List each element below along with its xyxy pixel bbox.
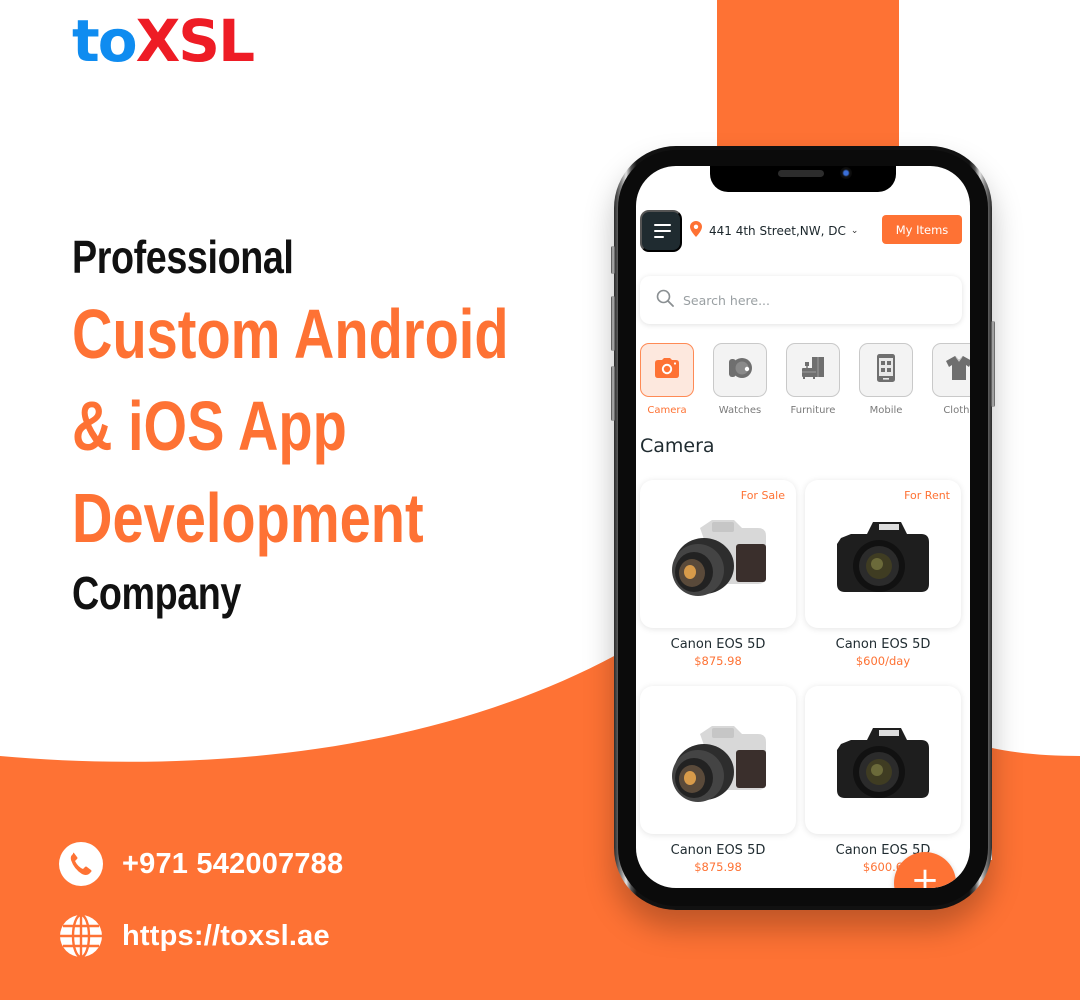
location-selector[interactable]: 441 4th Street,NW, DC ⌄ xyxy=(690,221,858,240)
furniture-icon xyxy=(800,355,826,386)
contact-website[interactable]: https://toxsl.ae xyxy=(58,913,330,959)
map-pin-icon xyxy=(690,221,702,240)
category-label: Mobile xyxy=(869,405,903,416)
product-name: Canon EOS 5D xyxy=(835,637,931,652)
mobile-icon xyxy=(877,353,895,387)
phone-mute-switch xyxy=(611,246,615,274)
product-card[interactable]: For Rent Canon EOS 5D $600/day xyxy=(805,480,961,668)
product-name: Canon EOS 5D xyxy=(670,843,766,858)
product-card[interactable]: Canon EOS 5D $600.6 xyxy=(805,686,961,874)
category-label: Watches xyxy=(718,405,762,416)
product-card[interactable]: For Sale Canon EOS 5D $875.98 xyxy=(640,480,796,668)
headline-line-development: Development xyxy=(72,479,424,557)
product-card[interactable]: Canon EOS 5D $875.98 xyxy=(640,686,796,874)
category-icon-box xyxy=(859,343,913,397)
category-camera[interactable]: Camera xyxy=(636,343,699,416)
phone-mockup: 441 4th Street,NW, DC ⌄ My Items Camera xyxy=(611,146,995,910)
category-icon-box xyxy=(713,343,767,397)
product-card-body xyxy=(805,686,961,834)
shirt-icon xyxy=(946,355,970,385)
headline: Professional Custom Android & iOS App De… xyxy=(72,228,618,622)
silver-camera-image xyxy=(672,520,766,596)
category-label: Cloths xyxy=(943,405,970,416)
app-header: 441 4th Street,NW, DC ⌄ My Items xyxy=(640,210,966,252)
product-price: $875.98 xyxy=(694,654,742,668)
watch-icon xyxy=(727,355,753,386)
headline-line-custom-android: Custom Android xyxy=(72,295,509,373)
phone-icon xyxy=(58,841,104,887)
category-mobile[interactable]: Mobile xyxy=(854,343,918,416)
camera-icon xyxy=(655,357,679,383)
contact-phone[interactable]: +971 542007788 xyxy=(58,841,343,887)
front-camera xyxy=(840,167,852,179)
headline-line-professional: Professional xyxy=(72,231,294,283)
my-items-button[interactable]: My Items xyxy=(882,215,962,244)
chevron-down-icon: ⌄ xyxy=(850,225,859,236)
search-bar[interactable] xyxy=(640,276,962,324)
menu-icon-line xyxy=(654,230,671,232)
speaker-grille xyxy=(778,170,824,177)
category-icon-box xyxy=(786,343,840,397)
search-input[interactable] xyxy=(683,292,923,308)
phone-volume-up xyxy=(611,296,615,351)
section-title: Camera xyxy=(640,435,715,457)
category-label: Camera xyxy=(647,405,687,416)
menu-icon-line xyxy=(654,224,671,226)
phone-notch xyxy=(710,166,896,192)
black-dslr-camera-image xyxy=(837,522,929,592)
menu-button[interactable] xyxy=(640,210,682,252)
category-icon-box xyxy=(932,343,970,397)
silver-camera-image xyxy=(672,726,766,802)
logo-text-xsl: XSL xyxy=(135,7,255,75)
headline-line-company: Company xyxy=(72,567,241,619)
category-furniture[interactable]: Furniture xyxy=(781,343,845,416)
website-link[interactable]: https://toxsl.ae xyxy=(122,920,330,953)
product-price: $600/day xyxy=(855,654,911,668)
phone-volume-down xyxy=(611,366,615,421)
category-icon-box xyxy=(640,343,694,397)
app-screen: 441 4th Street,NW, DC ⌄ My Items Camera xyxy=(636,166,970,888)
category-cloths[interactable]: Cloths xyxy=(927,343,970,416)
search-icon xyxy=(656,289,674,312)
product-price: $875.98 xyxy=(694,860,742,874)
logo-text-to: to xyxy=(72,7,138,75)
menu-icon-line xyxy=(654,236,664,238)
toxsl-logo[interactable]: toXSL xyxy=(72,12,255,70)
product-name: Canon EOS 5D xyxy=(670,637,766,652)
product-card-body: For Sale xyxy=(640,480,796,628)
phone-number[interactable]: +971 542007788 xyxy=(122,848,343,881)
product-card-body: For Rent xyxy=(805,480,961,628)
product-tag: For Sale xyxy=(740,489,785,502)
product-card-body xyxy=(640,686,796,834)
phone-power-button xyxy=(991,321,995,407)
category-label: Furniture xyxy=(790,405,836,416)
globe-icon xyxy=(58,913,104,959)
category-watches[interactable]: Watches xyxy=(708,343,772,416)
product-tag: For Rent xyxy=(904,489,950,502)
black-dslr-camera-image xyxy=(837,728,929,798)
location-text: 441 4th Street,NW, DC xyxy=(709,223,846,238)
headline-line-ios-app: & iOS App xyxy=(72,387,347,465)
category-list: Camera Watches Furniture Mobile Cloth xyxy=(640,343,970,421)
orange-top-bar xyxy=(717,0,899,150)
